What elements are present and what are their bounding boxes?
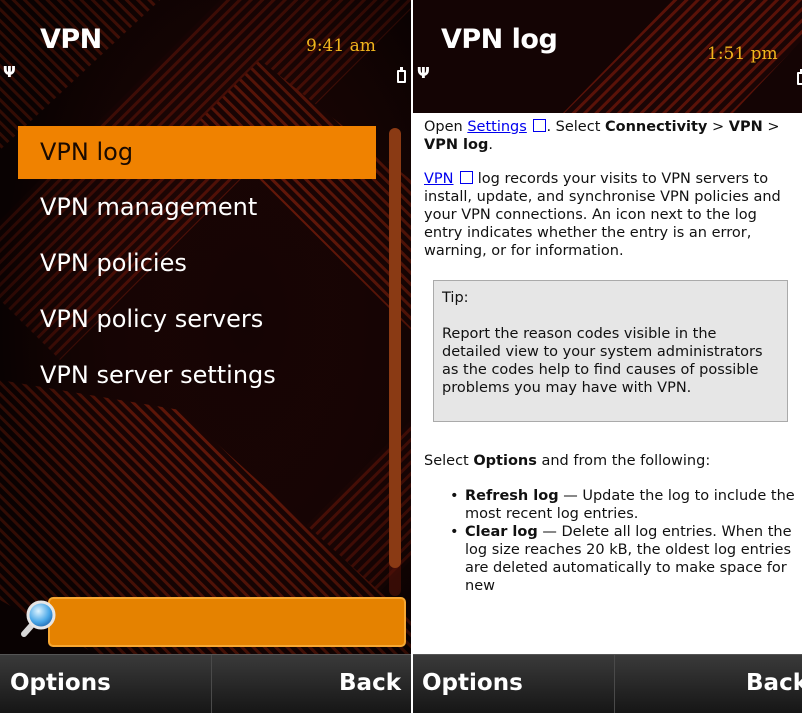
options-term: Options bbox=[473, 453, 537, 469]
text: . Select bbox=[546, 119, 605, 135]
tip-body: Report the reason codes visible in the d… bbox=[442, 326, 763, 396]
options-button[interactable]: Options bbox=[422, 670, 523, 696]
clock: 1:51 pm bbox=[707, 44, 778, 64]
settings-link[interactable]: Settings bbox=[467, 119, 526, 135]
battery-icon bbox=[397, 67, 406, 83]
signal-antenna-icon: Ψ bbox=[417, 64, 430, 82]
navigation-instructions: Open Settings . Select Connectivity > VP… bbox=[424, 118, 796, 154]
refresh-log-term: Refresh log bbox=[465, 488, 559, 504]
status-bar: VPN 9:41 am Ψ bbox=[0, 0, 411, 100]
battery-icon bbox=[797, 69, 802, 85]
menu-item-vpn-management[interactable]: VPN management bbox=[18, 179, 376, 235]
options-button[interactable]: Options bbox=[10, 670, 111, 696]
menu-list: VPN log VPN management VPN policies VPN … bbox=[18, 126, 376, 403]
text: . bbox=[488, 137, 493, 153]
text: > bbox=[707, 119, 729, 135]
left-screen: VPN 9:41 am Ψ VPN log VPN management VPN… bbox=[0, 0, 411, 713]
clear-log-term: Clear log bbox=[465, 524, 538, 540]
back-button[interactable]: Back bbox=[339, 670, 401, 696]
text: and from the following: bbox=[536, 453, 711, 469]
softkey-bar: Options Back bbox=[413, 654, 802, 713]
app-title: VPN bbox=[40, 24, 102, 55]
back-button[interactable]: Back bbox=[746, 670, 802, 696]
tip-box: Tip: Report the reason codes visible in … bbox=[433, 280, 788, 422]
menu-item-vpn-policies[interactable]: VPN policies bbox=[18, 235, 376, 291]
softkey-bar: Options Back bbox=[0, 654, 411, 713]
page-title: VPN log bbox=[441, 24, 558, 55]
signal-antenna-icon: Ψ bbox=[3, 63, 16, 81]
arrow-link-icon bbox=[460, 171, 474, 184]
list-item: Refresh log — Update the log to include … bbox=[450, 487, 796, 523]
list-item: Clear log — Delete all log entries. When… bbox=[450, 523, 796, 595]
options-intro: Select Options and from the following: bbox=[424, 452, 796, 470]
menu-item-vpn-server-settings[interactable]: VPN server settings bbox=[18, 347, 376, 403]
menu-item-vpn-log[interactable]: VPN log bbox=[18, 126, 376, 179]
help-content: Open Settings . Select Connectivity > VP… bbox=[424, 118, 796, 595]
options-list: Refresh log — Update the log to include … bbox=[424, 487, 796, 595]
text: Open bbox=[424, 119, 468, 135]
search-input[interactable] bbox=[48, 597, 406, 647]
status-bar: VPN log 1:51 pm Ψ bbox=[413, 0, 802, 113]
vpn-log-term: VPN log bbox=[424, 137, 489, 153]
softkey-divider bbox=[614, 655, 615, 713]
connectivity-term: Connectivity bbox=[605, 119, 708, 135]
menu-item-vpn-policy-servers[interactable]: VPN policy servers bbox=[18, 291, 376, 347]
tip-title: Tip: bbox=[442, 290, 469, 306]
clock: 9:41 am bbox=[306, 36, 376, 56]
text: > bbox=[762, 119, 780, 135]
scrollbar-thumb[interactable] bbox=[389, 128, 401, 568]
open-window-icon bbox=[533, 119, 547, 132]
vpn-link[interactable]: VPN bbox=[424, 171, 454, 187]
text: log records your visits to VPN servers t… bbox=[424, 171, 781, 259]
description-paragraph: VPN log records your visits to VPN serve… bbox=[424, 170, 796, 260]
right-screen: VPN log 1:51 pm Ψ Open Settings . Select… bbox=[413, 0, 802, 713]
vpn-term: VPN bbox=[728, 119, 763, 135]
softkey-divider bbox=[211, 655, 212, 713]
text: Select bbox=[424, 453, 474, 469]
search-icon[interactable] bbox=[18, 598, 58, 640]
